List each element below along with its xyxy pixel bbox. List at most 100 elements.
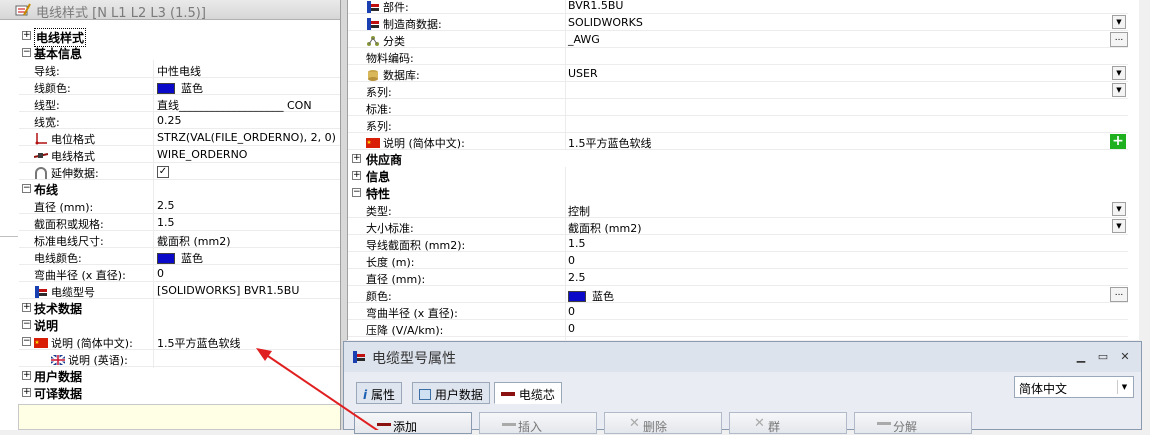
manufacturer-icon	[367, 18, 379, 30]
expand-icon[interactable]: +	[22, 371, 31, 380]
property-row-size-standard[interactable]: 大小标准: 截面积 (mm2) ▼	[348, 218, 1128, 235]
info-icon: i	[363, 388, 368, 402]
tab-user-data[interactable]: 用户数据	[412, 382, 490, 404]
minimize-icon[interactable]: ▁	[1074, 350, 1088, 364]
chevron-down-icon[interactable]: ▼	[1112, 202, 1126, 216]
property-row-line-type[interactable]: 线型: 直线___________________ CON	[19, 95, 340, 112]
add-translation-button[interactable]: +	[1110, 134, 1126, 149]
user-data-icon	[419, 389, 431, 400]
collapse-icon[interactable]: −	[22, 184, 31, 193]
add-core-icon	[377, 423, 391, 426]
extended-data-icon	[35, 167, 47, 179]
property-row-diameter[interactable]: 直径 (mm): 2.5	[19, 197, 340, 214]
add-button[interactable]: 添加	[354, 412, 472, 434]
property-row-database[interactable]: 数据库: USER ▼	[348, 65, 1128, 82]
property-row-bend-radius[interactable]: 弯曲半径 (x 直径): 0	[348, 303, 1128, 320]
panel-title-bar: 电线样式 [N L1 L2 L3 (1.5)]	[0, 0, 340, 21]
tab-cable-cores[interactable]: 电缆芯	[494, 382, 562, 404]
property-row-cross-section[interactable]: 截面积或规格: 1.5	[19, 214, 340, 231]
property-row-diameter[interactable]: 直径 (mm): 2.5	[348, 269, 1128, 286]
collapse-icon[interactable]: −	[22, 48, 31, 57]
chevron-down-icon[interactable]: ▼	[1112, 219, 1126, 233]
property-row-standard[interactable]: 标准:	[348, 99, 1128, 116]
property-row-material-code[interactable]: 物料编码:	[348, 48, 1128, 65]
chevron-down-icon[interactable]: ▼	[1112, 66, 1126, 80]
property-row-manufacturer[interactable]: 制造商数据: SOLIDWORKS ▼	[348, 14, 1128, 31]
category-properties[interactable]: − 特性	[348, 184, 1128, 201]
expand-icon[interactable]: +	[22, 303, 31, 312]
property-row-desc-english[interactable]: 说明 (英语):	[19, 350, 340, 367]
delete-button[interactable]: ✕ 删除	[604, 412, 722, 434]
property-row-wire[interactable]: 导线: 中性电线	[19, 61, 340, 78]
chevron-down-icon[interactable]: ▼	[1112, 15, 1126, 29]
color-swatch	[157, 83, 175, 94]
property-row-part[interactable]: 部件: BVR1.5BU	[348, 0, 1128, 14]
property-row-potential-format[interactable]: 电位格式 STRZ(VAL(FILE_ORDERNO), 2, 0) + C	[19, 129, 340, 146]
wire-format-icon	[34, 153, 48, 158]
language-select[interactable]: 简体中文 ▼	[1014, 376, 1134, 398]
property-row-series-2[interactable]: 系列:	[348, 116, 1128, 133]
property-row-desc-chinese[interactable]: 说明 (简体中文): 1.5平方蓝色软线 +	[348, 133, 1128, 150]
property-row-series[interactable]: 系列: ▼	[348, 82, 1128, 99]
dialog-title-bar: 电缆型号属性 ▁ ▭ ✕	[344, 342, 1141, 372]
cable-model-icon	[35, 286, 47, 298]
wire-style-properties-panel: 电线样式 [N L1 L2 L3 (1.5)] + 电线样式 − 基本信息 导线…	[0, 0, 341, 430]
chevron-down-icon[interactable]: ▼	[1112, 83, 1126, 97]
category-info[interactable]: + 信息	[348, 167, 1128, 184]
expand-icon[interactable]: +	[352, 171, 361, 180]
uk-flag-icon	[51, 354, 65, 366]
group-icon: ✕	[754, 416, 765, 431]
expand-icon[interactable]: +	[22, 31, 31, 40]
database-icon	[368, 70, 378, 81]
browse-button[interactable]: ...	[1110, 32, 1128, 47]
insert-button[interactable]: 插入	[479, 412, 597, 434]
property-row-cable-model[interactable]: 电缆型号 [SOLIDWORKS] BVR1.5BU	[19, 282, 340, 299]
extended-data-checkbox[interactable]: ✓	[157, 166, 169, 178]
classification-icon	[367, 36, 379, 46]
property-row-extended-data[interactable]: 延伸数据: ✓	[19, 163, 340, 180]
explode-button[interactable]: 分解	[854, 412, 972, 434]
maximize-icon[interactable]: ▭	[1096, 350, 1110, 364]
left-edge-line	[0, 236, 18, 237]
collapse-icon[interactable]: −	[22, 337, 31, 346]
expand-icon[interactable]: +	[352, 154, 361, 163]
property-row-standard-size[interactable]: 标准电线尺寸: 截面积 (mm2)	[19, 231, 340, 248]
panel-title: 电线样式 [N L1 L2 L3 (1.5)]	[36, 6, 206, 21]
tab-properties[interactable]: i 属性	[356, 382, 402, 404]
description-box	[18, 404, 340, 430]
property-row-classification[interactable]: 分类 _AWG ...	[348, 31, 1128, 48]
expand-icon[interactable]: +	[22, 388, 31, 397]
group-button[interactable]: ✕ 群	[729, 412, 847, 434]
wire-style-icon	[15, 3, 31, 16]
property-row-color[interactable]: 颜色: 蓝色 ...	[348, 286, 1128, 303]
cable-model-icon	[353, 351, 365, 363]
property-row-voltage-drop[interactable]: 压降 (V/A/km): 0	[348, 320, 1128, 337]
cable-model-properties-dialog: 电缆型号属性 ▁ ▭ ✕ i 属性 用户数据 电缆芯 简体中文 ▼ 添加 插入 …	[343, 341, 1142, 434]
property-row-length[interactable]: 长度 (m): 0	[348, 252, 1128, 269]
collapse-icon[interactable]: −	[22, 320, 31, 329]
vertical-scrollbar[interactable]	[1140, 0, 1150, 340]
potential-format-icon	[35, 133, 47, 145]
color-browse-button[interactable]: ...	[1110, 287, 1128, 302]
explode-icon	[877, 422, 891, 425]
dialog-title: 电缆型号属性	[372, 351, 456, 367]
china-flag-icon	[34, 338, 48, 348]
property-row-bend-radius[interactable]: 弯曲半径 (x 直径): 0	[19, 265, 340, 282]
property-row-desc-chinese[interactable]: − 说明 (简体中文): 1.5平方蓝色软线	[19, 333, 340, 350]
property-row-wire-color[interactable]: 电线颜色: 蓝色	[19, 248, 340, 265]
collapse-icon[interactable]: −	[352, 188, 361, 197]
cable-properties-grid: 部件: BVR1.5BU 制造商数据: SOLIDWORKS ▼ 分类 _AWG…	[347, 0, 1139, 340]
cable-core-icon	[501, 392, 515, 396]
part-icon	[367, 1, 379, 13]
insert-icon	[502, 423, 516, 426]
color-swatch	[157, 253, 175, 264]
category-supplier[interactable]: + 供应商	[348, 150, 1128, 167]
property-row-line-width[interactable]: 线宽: 0.25	[19, 112, 340, 129]
close-icon[interactable]: ✕	[1118, 350, 1132, 364]
chevron-down-icon[interactable]: ▼	[1117, 380, 1131, 394]
property-row-line-color[interactable]: 线颜色: 蓝色	[19, 78, 340, 95]
property-row-wire-format[interactable]: 电线格式 WIRE_ORDERNO	[19, 146, 340, 163]
property-row-cross-section[interactable]: 导线截面积 (mm2): 1.5	[348, 235, 1128, 252]
property-row-type[interactable]: 类型: 控制 ▼	[348, 201, 1128, 218]
delete-icon: ✕	[629, 416, 640, 431]
